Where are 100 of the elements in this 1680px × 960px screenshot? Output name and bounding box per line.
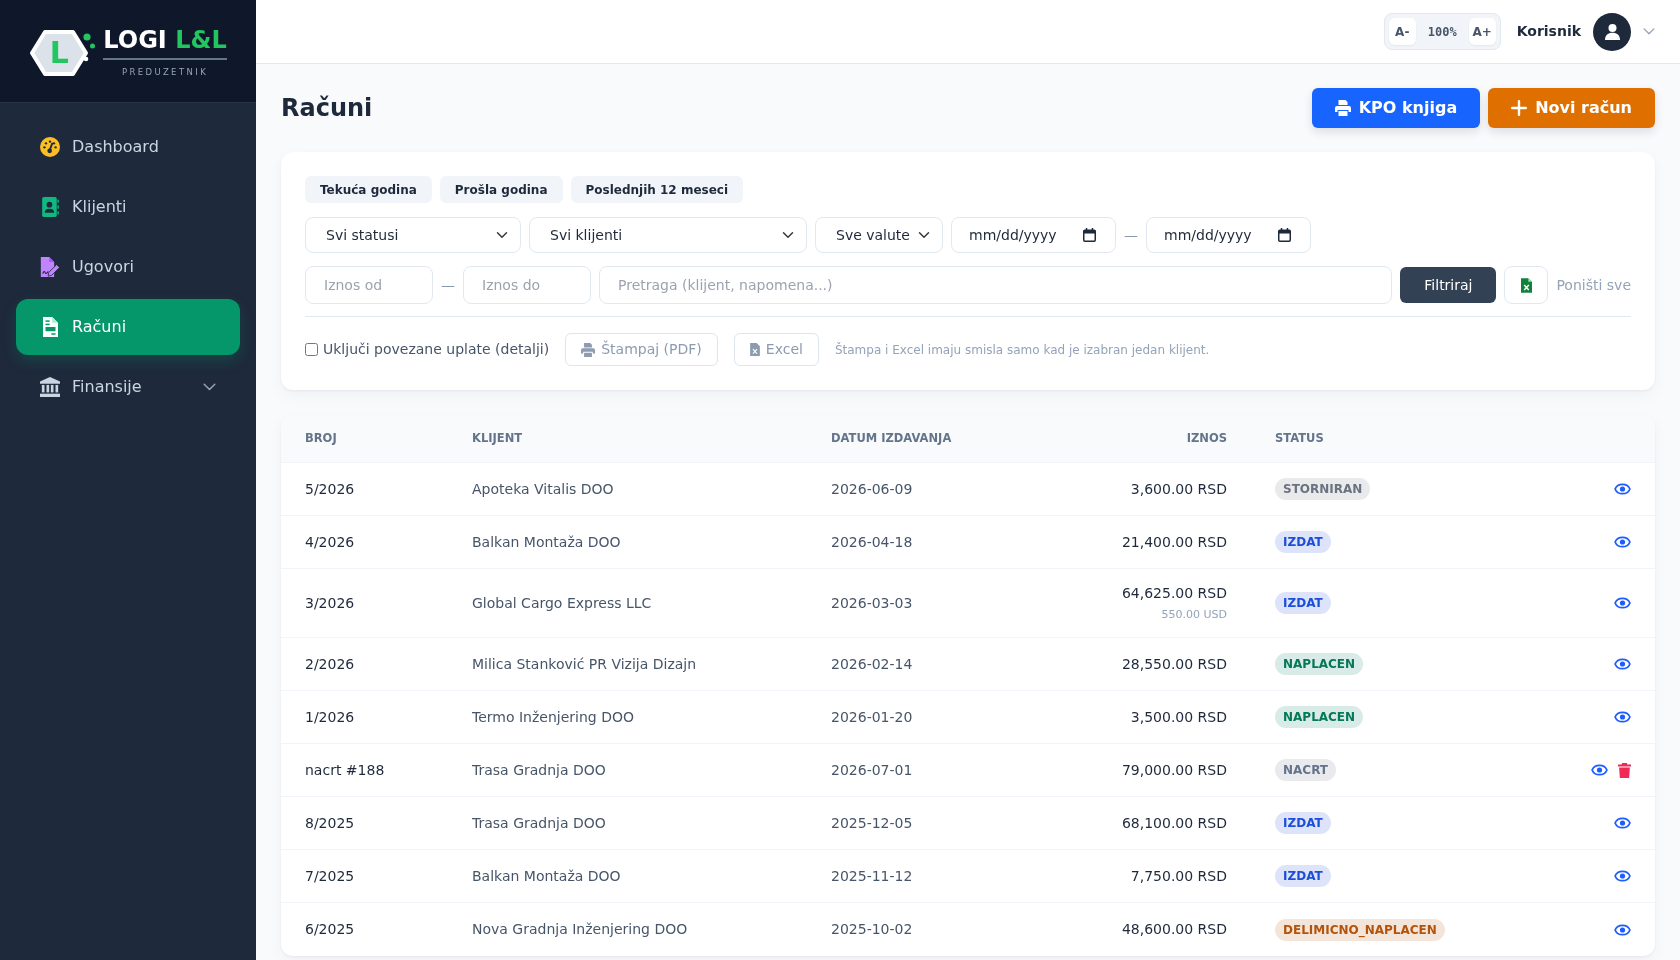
column-header: BROJ	[281, 415, 448, 463]
client-select[interactable]: Svi klijenti	[529, 217, 807, 253]
range-button[interactable]: Tekuća godina	[305, 176, 432, 203]
trash-icon[interactable]	[1618, 762, 1631, 778]
issue-date: 2025-11-12	[831, 867, 913, 884]
column-header: IZNOS	[1007, 415, 1251, 463]
amount-to-field[interactable]: Iznos do	[463, 266, 591, 304]
invoice-number: 4/2026	[305, 533, 355, 550]
user-name: Korisnik	[1516, 22, 1581, 41]
status-badge: NAPLACEN	[1275, 653, 1364, 676]
logo-tagline: PREDUZETNIK	[121, 65, 209, 79]
excel-export-button[interactable]	[1504, 266, 1549, 304]
document-icon	[42, 317, 58, 337]
hint-text: Štampa i Excel imaju smisla samo kad je izabran jedan klijent.	[834, 341, 1210, 359]
status-badge: IZDAT	[1275, 531, 1331, 554]
amount: 3,500.00 RSD	[1129, 707, 1227, 727]
invoice-number: nacrt #188	[305, 761, 385, 778]
amount: 64,625.00 RSD	[1120, 584, 1227, 604]
issue-date: 2026-03-03	[831, 594, 913, 611]
status-badge: STORNIRAN	[1275, 478, 1371, 501]
range-dash: —	[441, 275, 455, 295]
currency-select[interactable]: Sve valute	[815, 217, 943, 253]
amount: 48,600.00 RSD	[1120, 920, 1227, 939]
calendar-icon[interactable]	[1083, 228, 1096, 242]
issue-date: 2026-06-09	[831, 480, 913, 497]
issue-date: 2025-12-05	[831, 814, 913, 831]
status-badge: IZDAT	[1275, 812, 1331, 835]
status-badge: NACRT	[1275, 759, 1337, 782]
invoice-number: 1/2026	[305, 708, 355, 725]
decrease-font-button[interactable]: A-	[1388, 18, 1416, 45]
date-field[interactable]: mm/dd/yyyy	[1146, 217, 1311, 253]
view-icon[interactable]	[1614, 870, 1631, 883]
view-icon[interactable]	[1591, 764, 1608, 777]
view-icon[interactable]	[1614, 711, 1631, 724]
foreign-amount: 550.00 USD	[1160, 607, 1227, 624]
sidebar-item[interactable]: Klijenti	[16, 179, 240, 235]
view-icon[interactable]	[1614, 536, 1631, 549]
status-badge: IZDAT	[1275, 865, 1331, 888]
zoom-level: 100%	[1426, 23, 1458, 41]
column-header: STATUS	[1251, 415, 1481, 463]
logo-mark: L	[29, 29, 96, 77]
document-pen-icon	[40, 257, 60, 277]
increase-font-button[interactable]: A+	[1468, 18, 1496, 45]
amount: 21,400.00 RSD	[1120, 532, 1227, 552]
range-button[interactable]: Poslednjih 12 meseci	[570, 176, 744, 203]
issue-date: 2026-02-14	[831, 655, 913, 672]
plus-icon	[1511, 100, 1528, 116]
logo-title: LOGI L&L	[103, 27, 227, 60]
view-icon[interactable]	[1614, 597, 1631, 610]
sidebar-item[interactable]: Finansije	[16, 359, 240, 415]
sidebar-item[interactable]: Računi	[16, 299, 240, 355]
amount: 28,550.00 RSD	[1120, 654, 1227, 674]
issue-date: 2026-07-01	[831, 761, 913, 778]
client-name: Global Cargo Express LLC	[472, 594, 652, 611]
view-icon[interactable]	[1614, 658, 1631, 671]
invoice-number: 3/2026	[305, 594, 355, 611]
bank-icon	[40, 377, 60, 397]
client-name: Apoteka Vitalis DOO	[472, 480, 614, 497]
printer-icon	[1334, 100, 1351, 116]
issue-date: 2026-04-18	[831, 533, 913, 550]
page-title: Računi	[281, 93, 373, 123]
invoice-number: 6/2025	[305, 921, 355, 937]
date-field[interactable]: mm/dd/yyyy	[951, 217, 1116, 253]
invoice-number: 5/2026	[305, 480, 355, 497]
client-name: Nova Gradnja Inženjering DOO	[472, 921, 688, 937]
contact-card-icon	[41, 197, 59, 217]
gauge-icon	[40, 137, 60, 157]
sidebar-item[interactable]: Ugovori	[16, 239, 240, 295]
invoice-number: 8/2025	[305, 814, 355, 831]
checkbox-label: Uključi povezane uplate (detalji)	[323, 340, 550, 359]
search-field[interactable]: Pretraga (klijent, napomena...)	[599, 266, 1393, 304]
client-name: Milica Stanković PR Vizija Dizajn	[472, 655, 697, 672]
filter-button[interactable]: Filtriraj	[1400, 267, 1497, 303]
printer-icon	[581, 342, 596, 357]
range-button[interactable]: Prošla godina	[439, 176, 563, 203]
status-select[interactable]: Svi statusi	[305, 217, 521, 253]
file-icon	[749, 343, 760, 356]
checkbox[interactable]	[305, 343, 318, 356]
client-name: Trasa Gradnja DOO	[472, 814, 606, 831]
view-icon[interactable]	[1614, 817, 1631, 830]
column-header: KLIJENT	[448, 415, 807, 463]
status-badge: IZDAT	[1275, 592, 1331, 615]
amount: 68,100.00 RSD	[1120, 813, 1227, 833]
sidebar-item[interactable]: Dashboard	[16, 119, 240, 175]
view-icon[interactable]	[1614, 923, 1631, 936]
spreadsheet-file-icon	[1520, 277, 1532, 293]
amount: 7,750.00 RSD	[1129, 866, 1227, 886]
avatar-icon[interactable]	[1593, 12, 1631, 51]
calendar-icon[interactable]	[1278, 228, 1291, 242]
client-name: Termo Inženjering DOO	[472, 708, 634, 725]
status-badge: DELIMICNO_NAPLACEN	[1275, 918, 1445, 941]
invoice-number: 7/2025	[305, 867, 355, 884]
view-icon[interactable]	[1614, 483, 1631, 496]
amount: 3,600.00 RSD	[1129, 479, 1227, 499]
client-name: Balkan Montaža DOO	[472, 867, 621, 884]
issue-date: 2025-10-02	[831, 921, 913, 937]
client-name: Balkan Montaža DOO	[472, 533, 621, 550]
issue-date: 2026-01-20	[831, 708, 913, 725]
amount-from-field[interactable]: Iznos od	[305, 266, 433, 304]
kpo-book-button[interactable]: KPO knjiga	[1311, 88, 1481, 128]
